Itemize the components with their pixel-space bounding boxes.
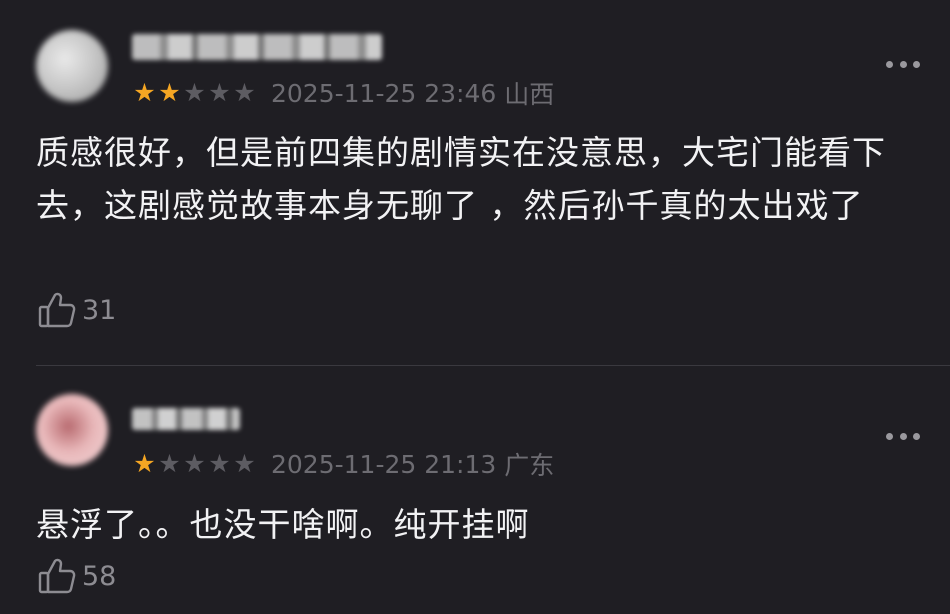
star-rating: ★ ★ ★ ★ ★ xyxy=(132,449,257,479)
star-filled-icon: ★ xyxy=(133,78,156,107)
like-count: 31 xyxy=(82,294,117,326)
dot xyxy=(913,60,920,68)
star-empty-icon: ★ xyxy=(183,449,206,478)
star-empty-icon: ★ xyxy=(233,449,256,478)
dot xyxy=(886,60,893,68)
dot xyxy=(899,60,907,68)
star-empty-icon: ★ xyxy=(208,78,231,107)
avatar[interactable] xyxy=(36,394,108,466)
comment-timestamp: 2025-11-25 23:46 xyxy=(271,78,497,108)
comment-text: 悬浮了。。也没干啥啊。纯开挂啊 xyxy=(36,505,530,544)
like-button[interactable]: 58 xyxy=(38,558,116,594)
star-empty-icon: ★ xyxy=(208,449,231,478)
comment-meta: ★ ★ ★ ★ ★ 2025-11-25 23:46 山西 xyxy=(132,78,555,109)
more-options-icon[interactable] xyxy=(886,59,920,69)
star-filled-icon: ★ xyxy=(158,78,181,107)
comment-text: 质感很好，但是前四集的剧情实在没意思，大宅门能看下去，这剧感觉故事本身无聊了 ，… xyxy=(36,133,886,225)
dot xyxy=(886,432,893,440)
star-empty-icon: ★ xyxy=(183,78,206,107)
more-options-icon[interactable] xyxy=(886,431,920,441)
comment-item: ★ ★ ★ ★ ★ 2025-11-25 21:13 广东 悬浮了。。也没干啥啊。纯开挂… xyxy=(0,366,950,614)
username-blurred[interactable] xyxy=(132,34,382,60)
like-count: 58 xyxy=(82,560,117,592)
thumbs-up-icon xyxy=(38,292,76,328)
comment-meta: ★ ★ ★ ★ ★ 2025-11-25 21:13 广东 xyxy=(132,449,555,480)
comment-location: 山西 xyxy=(504,80,555,109)
star-rating: ★ ★ ★ ★ ★ xyxy=(132,78,257,108)
star-filled-icon: ★ xyxy=(133,449,156,478)
avatar[interactable] xyxy=(36,30,108,102)
dot xyxy=(913,432,920,440)
comment-location: 广东 xyxy=(504,451,555,480)
dot xyxy=(899,432,907,440)
username-blurred[interactable] xyxy=(132,408,240,430)
comment-timestamp: 2025-11-25 21:13 xyxy=(271,449,497,479)
comment-list: ★ ★ ★ ★ ★ 2025-11-25 23:46 山西 质感很好，但是前四集的剧情实… xyxy=(0,0,950,614)
star-empty-icon: ★ xyxy=(233,78,256,107)
thumbs-up-icon xyxy=(38,558,76,594)
comment-item: ★ ★ ★ ★ ★ 2025-11-25 23:46 山西 质感很好，但是前四集的剧情实… xyxy=(0,0,950,366)
star-empty-icon: ★ xyxy=(158,449,181,478)
like-button[interactable]: 31 xyxy=(38,292,116,328)
